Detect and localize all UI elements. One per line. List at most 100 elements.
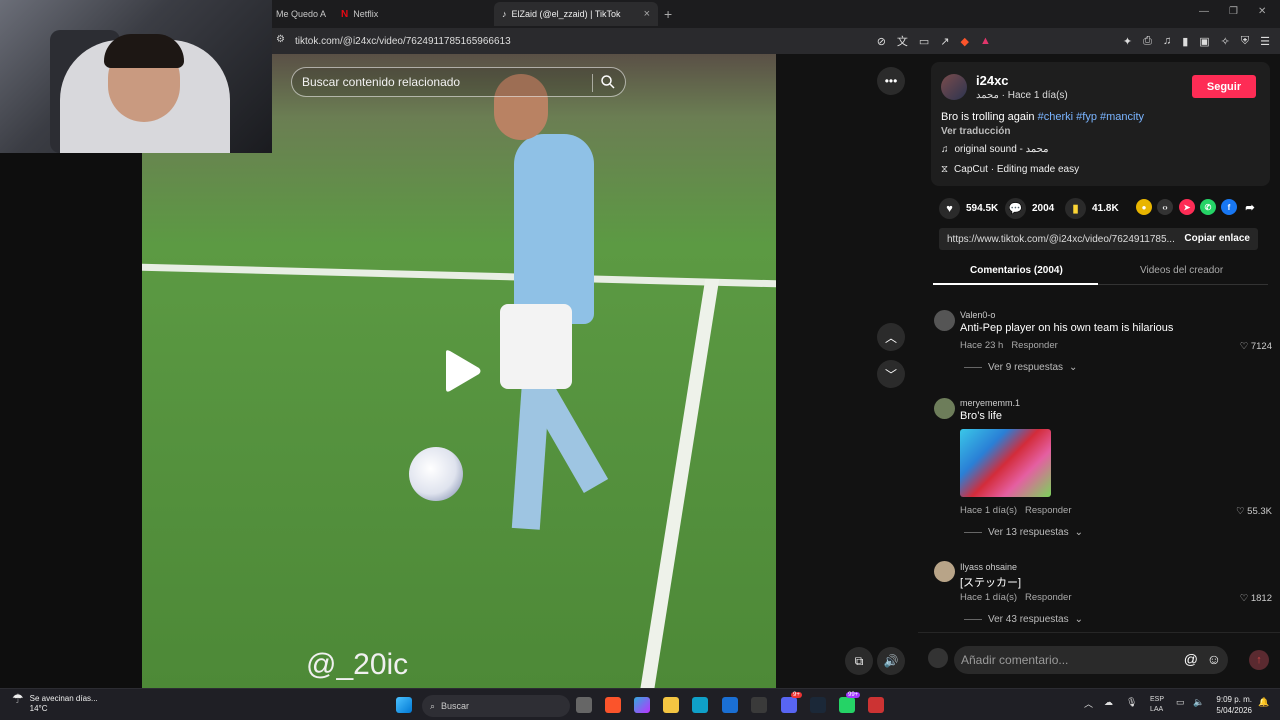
taskbar-search[interactable]: ⌕ Buscar	[422, 695, 570, 717]
edge-icon[interactable]	[692, 697, 708, 713]
follow-button[interactable]: Seguir	[1192, 75, 1256, 98]
share-arrow-icon[interactable]: ➦	[1242, 199, 1258, 215]
copy-link-button[interactable]: Copiar enlace	[1184, 233, 1250, 244]
discord-icon[interactable]	[781, 697, 797, 713]
chevron-up-icon[interactable]: ︿	[877, 323, 905, 351]
new-tab-button[interactable]: +	[664, 6, 672, 22]
comment-input[interactable]: Añadir comentario... @ ☺	[954, 646, 1228, 674]
reply-button[interactable]: Responder	[1025, 592, 1071, 603]
comment-username[interactable]: Valen0-o	[960, 310, 995, 320]
view-replies-button[interactable]: Ver 9 respuestas ⌄	[964, 362, 1077, 373]
send-icon[interactable]: ➤	[1179, 199, 1195, 215]
close-tab-icon[interactable]: ×	[644, 8, 650, 20]
comment-avatar[interactable]	[934, 398, 955, 419]
sidebar-icon[interactable]: ▮	[1182, 35, 1188, 48]
clock[interactable]: 9:09 p. m. 5/04/2026	[1212, 694, 1252, 716]
comment-avatar[interactable]	[934, 310, 955, 331]
play-icon[interactable]	[442, 349, 482, 393]
share-icon[interactable]: ↗	[940, 35, 949, 48]
view-replies-button[interactable]: Ver 43 respuestas ⌄	[964, 614, 1083, 625]
microphone-icon[interactable]: 🎙	[1126, 697, 1137, 708]
more-options-icon[interactable]: •••	[877, 67, 905, 95]
url-text[interactable]: tiktok.com/@i24xc/video/7624911785165966…	[295, 36, 511, 47]
cast-icon[interactable]: ▭	[919, 35, 929, 48]
sound-link[interactable]: ♫ original sound - محمد	[941, 144, 1049, 155]
reply-button[interactable]: Responder	[1025, 505, 1071, 516]
hashtag-link[interactable]: #mancity	[1100, 111, 1144, 123]
mention-icon[interactable]: @	[1184, 651, 1198, 667]
restore-icon[interactable]: ❐	[1229, 6, 1238, 17]
comment-avatar[interactable]	[934, 561, 955, 582]
embed-icon[interactable]: ‹›	[1157, 199, 1173, 215]
like-button[interactable]: ♥ 594.5K	[939, 198, 998, 219]
comment-like-button[interactable]: ♡ 55.3K	[1236, 506, 1272, 517]
notification-icon[interactable]: 🔔	[1258, 697, 1269, 708]
site-settings-icon[interactable]: ⚙	[276, 34, 285, 45]
brave-icon[interactable]	[605, 697, 621, 713]
comment-sticker-image[interactable]	[960, 429, 1051, 497]
share-link-field[interactable]: https://www.tiktok.com/@i24xc/video/7624…	[939, 228, 1258, 250]
leo-ai-icon[interactable]: ✧	[1221, 35, 1230, 48]
post-username[interactable]: i24xc	[976, 73, 1009, 88]
media-off-icon[interactable]: ⊘	[877, 35, 886, 48]
menu-icon[interactable]: ☰	[1260, 35, 1270, 48]
close-window-icon[interactable]: ✕	[1258, 6, 1266, 17]
music-icon[interactable]: ♫	[1163, 35, 1171, 47]
tab-comments[interactable]: Comentarios (2004)	[970, 265, 1063, 276]
post-comment-button[interactable]: ↑	[1249, 650, 1269, 670]
reply-button[interactable]: Responder	[1011, 340, 1057, 351]
facebook-icon[interactable]: f	[1221, 199, 1237, 215]
address-bar[interactable]: ⚙ tiktok.com/@i24xc/video/76249117851659…	[272, 28, 1280, 54]
outlook-icon[interactable]	[722, 697, 738, 713]
extensions-icon[interactable]: ✦	[1123, 35, 1132, 48]
whatsapp-icon[interactable]	[839, 697, 855, 713]
capcut-link[interactable]: ⧖ CapCut · Editing made easy	[941, 164, 1079, 175]
tab-tiktok[interactable]: ♪ ElZaid (@el_zzaid) | TikTok ×	[494, 2, 658, 26]
volume-icon[interactable]: 🔊	[877, 647, 905, 675]
file-explorer-icon[interactable]	[663, 697, 679, 713]
store-icon[interactable]	[751, 697, 767, 713]
tray-chevron-icon[interactable]: ︿	[1084, 697, 1093, 710]
comment-username[interactable]: meryememm.1	[960, 398, 1020, 408]
copilot-icon[interactable]	[634, 697, 650, 713]
translate-link[interactable]: Ver traducción	[941, 126, 1010, 137]
avatar[interactable]	[941, 74, 967, 100]
wallet-icon[interactable]: ▣	[1199, 35, 1209, 48]
game-app-icon[interactable]	[868, 697, 884, 713]
view-replies-button[interactable]: Ver 13 respuestas ⌄	[964, 527, 1083, 538]
language-indicator[interactable]: ESP LAA	[1150, 695, 1164, 715]
comment-like-button[interactable]: ♡ 7124	[1240, 341, 1272, 352]
screenshot-icon[interactable]: ⎙	[1143, 35, 1152, 48]
chevron-down-icon[interactable]: ﹀	[877, 360, 905, 388]
coin-icon[interactable]: ●	[1136, 199, 1152, 215]
save-button[interactable]: ▮ 41.8K	[1065, 198, 1119, 219]
hashtag-link[interactable]: #cherki	[1038, 111, 1073, 123]
steam-icon[interactable]	[810, 697, 826, 713]
related-search-input[interactable]: Buscar contenido relacionado	[291, 67, 626, 97]
search-icon[interactable]	[599, 73, 617, 91]
brave-rewards-icon[interactable]: ▲	[980, 35, 991, 47]
heart-outline-icon: ♡	[1239, 593, 1251, 604]
tab-creator-videos[interactable]: Videos del creador	[1140, 265, 1223, 276]
tab-netflix[interactable]: N Netflix	[333, 2, 493, 26]
clock-time: 9:09 p. m.	[1216, 695, 1252, 704]
network-icon[interactable]: ▭	[1176, 697, 1185, 708]
minimize-icon[interactable]: —	[1199, 6, 1209, 17]
hashtag-link[interactable]: #fyp	[1076, 111, 1097, 123]
tab-me-quedo[interactable]: Me Quedo A	[268, 2, 332, 26]
speaker-icon[interactable]: 🔈	[1193, 697, 1204, 708]
comment-username[interactable]: Ilyass ohsaine	[960, 562, 1017, 572]
weather-widget[interactable]: ☂ Se avecinan días... 14°C	[12, 692, 98, 714]
comment-button[interactable]: 💬 2004	[1005, 198, 1054, 219]
brave-shield-icon[interactable]: ◆	[961, 35, 969, 48]
onedrive-icon[interactable]: ☁	[1104, 697, 1113, 708]
emoji-icon[interactable]: ☺	[1207, 651, 1221, 667]
whatsapp-icon[interactable]: ✆	[1200, 199, 1216, 215]
task-view-icon[interactable]	[576, 697, 592, 713]
comment-like-button[interactable]: ♡ 1812	[1240, 593, 1272, 604]
start-icon[interactable]	[396, 697, 412, 713]
translate-icon[interactable]: 文	[897, 33, 908, 49]
share-link-text: https://www.tiktok.com/@i24xc/video/7624…	[947, 233, 1175, 245]
pip-icon[interactable]: ⧉	[845, 647, 873, 675]
vpn-icon[interactable]: ⛨	[1241, 35, 1249, 48]
